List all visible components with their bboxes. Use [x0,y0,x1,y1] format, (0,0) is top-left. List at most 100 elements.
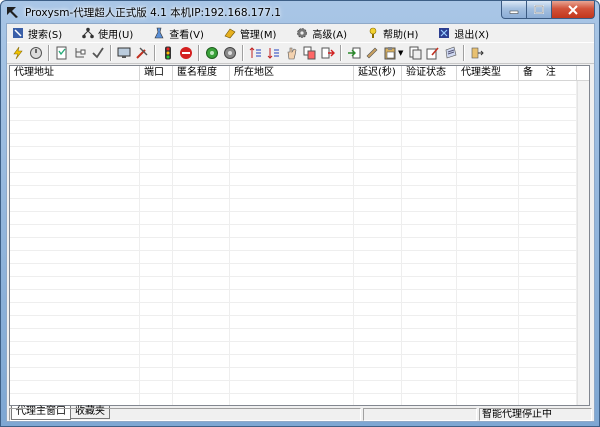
arrow-icon[interactable] [469,45,485,61]
tree-icon[interactable] [72,45,88,61]
menu-manage-label: 管理(M) [239,29,277,41]
grid-line [10,133,577,134]
client-area: 搜索(S) 使用(U) 查看(V) 管理(M) 高级(A) 帮助(H) 退出(X… [6,23,595,422]
column-header-verify-status[interactable]: 验证状态 [402,66,457,81]
network-icon [82,27,94,39]
minimize-icon [509,10,519,14]
minimize-button[interactable] [501,1,527,19]
menu-use[interactable]: 使用(U) [77,25,138,41]
toolbar-separator [48,45,50,61]
column-header-latency[interactable]: 延迟(秒) [354,66,402,81]
proxy-list-body [10,81,589,405]
gray-circle-icon[interactable] [222,45,238,61]
column-header-port[interactable]: 端口 [140,66,173,81]
grid-line [10,302,577,303]
grid-line [10,354,577,355]
status-panel-3: 智能代理停止中 [479,408,592,421]
stop-icon[interactable] [178,45,194,61]
status-bar: 智能代理停止中 [7,408,594,422]
grid-line [10,94,577,95]
menu-view[interactable]: 查看(V) [148,25,209,41]
sort-desc-icon[interactable] [266,45,282,61]
paste-icon[interactable] [382,45,398,61]
app-logo-icon [7,7,18,18]
column-header-remarks[interactable]: 备 注 [519,66,577,81]
green-circle-icon[interactable] [204,45,220,61]
maximize-icon [534,4,544,14]
exit-icon [439,28,450,38]
grid-line [10,146,577,147]
power-icon[interactable] [28,45,44,61]
proxy-list-header: 代理地址 端口 匿名程度 所在地区 延迟(秒) 验证状态 代理类型 备 注 [10,66,589,81]
gear-icon [297,28,308,38]
toolbar-separator [340,45,342,61]
grid-line [10,393,577,394]
sort-asc-icon[interactable] [248,45,264,61]
menu-help-label: 帮助(H) [383,29,419,41]
menu-advanced-label: 高级(A) [312,29,348,41]
help-icon [369,27,377,38]
grid-line [10,289,577,290]
lightning-icon[interactable] [10,45,26,61]
menu-view-label: 查看(V) [169,29,204,41]
app-window: Proxysm-代理超人正式版 4.1 本机IP:192.168.177.1 搜… [0,0,600,427]
grid-line [10,224,577,225]
column-header-address[interactable]: 代理地址 [10,66,140,81]
close-icon [568,4,578,15]
checkmark-icon[interactable] [90,45,106,61]
column-header-proxy-type[interactable]: 代理类型 [457,66,519,81]
grid-line [10,276,577,277]
menu-search[interactable]: 搜索(S) [7,25,67,41]
grid-line [10,237,577,238]
grid-line [10,250,577,251]
column-header-region[interactable]: 所在地区 [230,66,354,81]
paste-dropdown-arrow[interactable]: ▼ [398,49,403,57]
toolbar-separator [110,45,112,61]
tools-icon[interactable] [134,45,150,61]
grid-line [10,198,577,199]
title-bar[interactable]: Proxysm-代理超人正式版 4.1 本机IP:192.168.177.1 [1,1,599,23]
notepad-icon[interactable] [443,45,459,61]
grid-line [456,81,457,405]
status-panel-1 [9,408,361,421]
import-icon[interactable] [346,45,362,61]
menu-search-label: 搜索(S) [28,29,63,41]
vertical-scrollbar[interactable] [577,81,589,405]
menu-bar: 搜索(S) 使用(U) 查看(V) 管理(M) 高级(A) 帮助(H) 退出(X… [7,24,594,42]
grid-line [172,81,173,405]
edit-icon[interactable] [425,45,441,61]
traffic-light-icon[interactable] [160,45,176,61]
monitor-icon[interactable] [116,45,132,61]
column-header-anonymity[interactable]: 匿名程度 [173,66,230,81]
export-icon[interactable] [320,45,336,61]
close-button[interactable] [552,1,595,19]
flask-icon [154,27,164,39]
grid-line [139,81,140,405]
menu-manage[interactable]: 管理(M) [219,25,281,41]
grid-line [10,328,577,329]
toolbar-separator [242,45,244,61]
grid-line [518,81,519,405]
maximize-button[interactable] [527,1,552,19]
toolbar-separator [154,45,156,61]
grid-line [10,107,577,108]
ruler-icon[interactable] [364,45,380,61]
manage-icon [224,28,236,39]
grid-line [353,81,354,405]
grid-line [10,380,577,381]
proxy-list[interactable]: 代理地址 端口 匿名程度 所在地区 延迟(秒) 验证状态 代理类型 备 注 [9,65,590,406]
grid-line [401,81,402,405]
menu-advanced[interactable]: 高级(A) [291,25,352,41]
checklist-icon[interactable] [54,45,70,61]
toolbar: ▼ [7,42,594,64]
menu-use-label: 使用(U) [98,29,134,41]
menu-help[interactable]: 帮助(H) [362,25,423,41]
menu-exit[interactable]: 退出(X) [433,25,494,41]
hand-icon[interactable] [284,45,300,61]
document-icon[interactable] [407,45,423,61]
copy-icon[interactable] [302,45,318,61]
grid-line [10,367,577,368]
grid-line [10,263,577,264]
status-panel-2 [363,408,477,421]
grid-line [229,81,230,405]
